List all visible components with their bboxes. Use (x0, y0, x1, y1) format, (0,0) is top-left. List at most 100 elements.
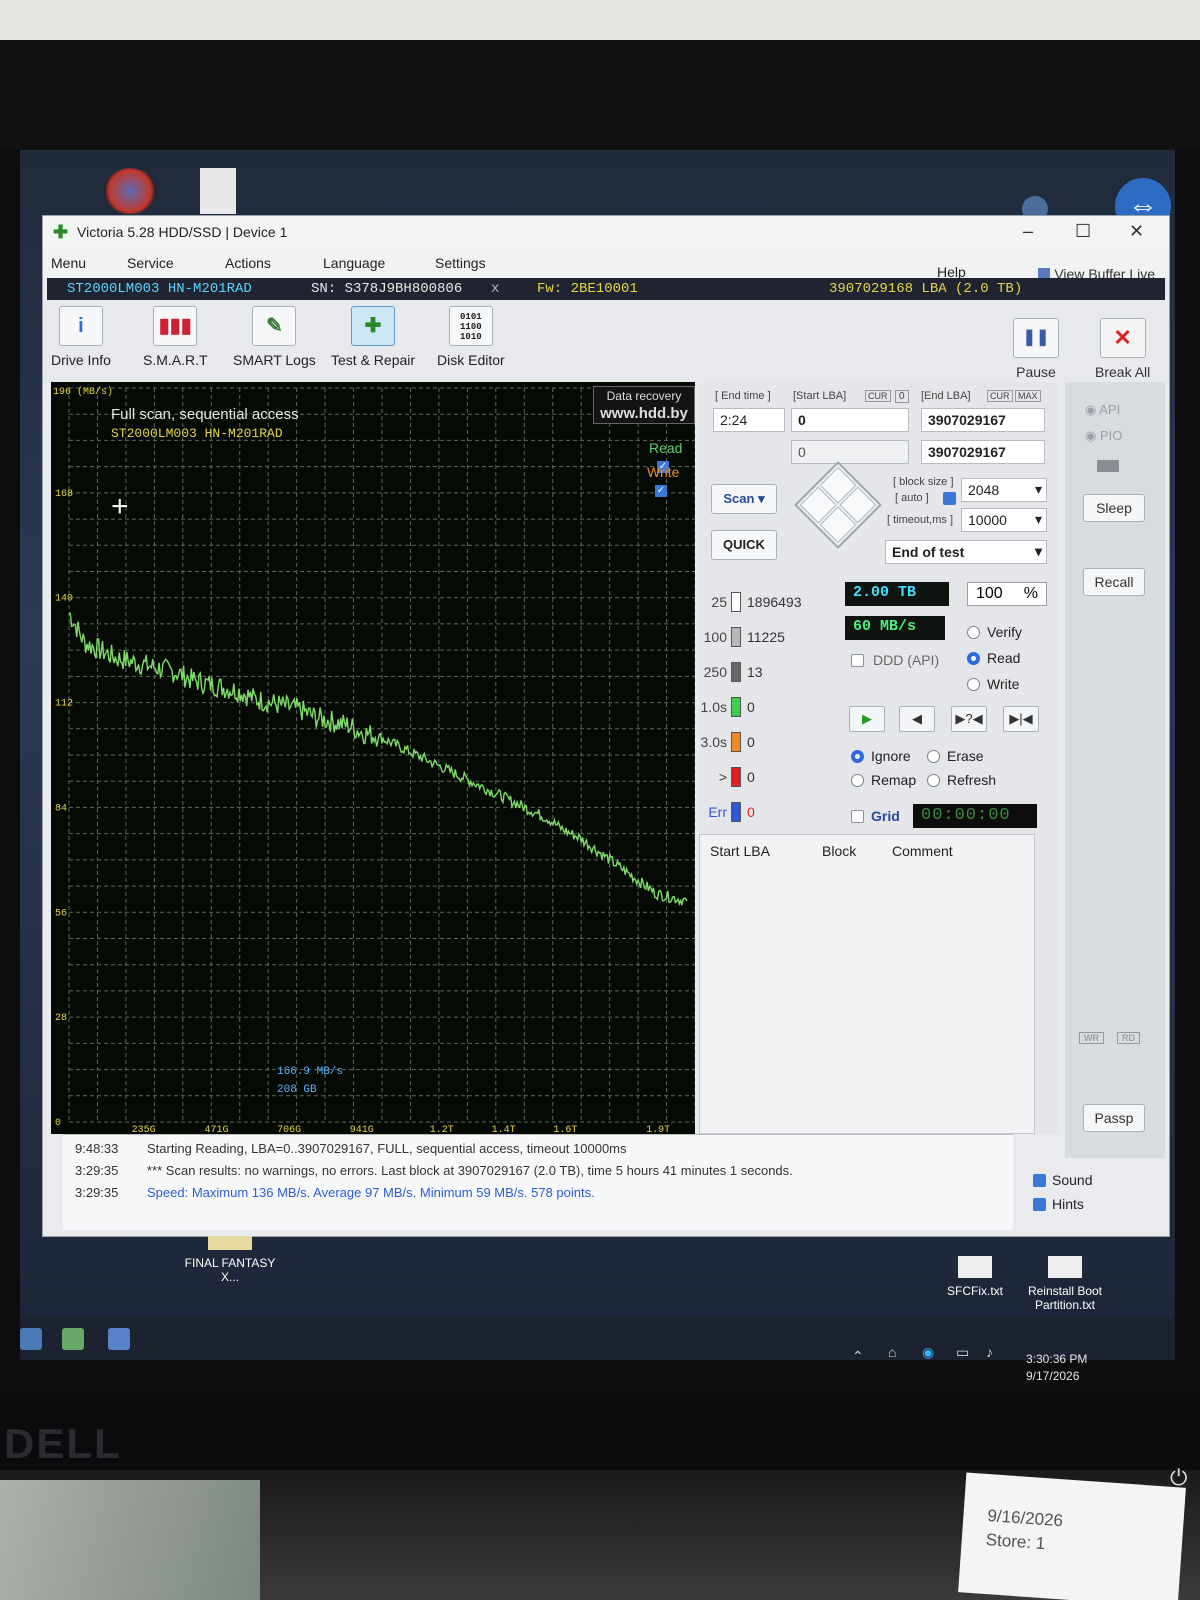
crosshair-cursor-icon: + (111, 490, 129, 523)
passp-button[interactable]: Passp (1083, 1104, 1145, 1132)
timeout-select[interactable]: 10000 ▾ (961, 508, 1047, 532)
pause-button[interactable]: ❚❚ Pause (1013, 318, 1059, 380)
maximize-icon[interactable]: ☐ (1075, 221, 1091, 242)
quick-button[interactable]: QUICK (711, 530, 777, 560)
end-max-tag[interactable]: MAX (1015, 390, 1041, 402)
grid-checkbox[interactable] (851, 810, 864, 823)
end-lba-field-2[interactable]: 3907029167 (921, 440, 1045, 464)
tray-network-icon[interactable]: ▭ (956, 1344, 969, 1361)
sound-option[interactable]: Sound (1033, 1172, 1092, 1188)
block-size-select[interactable]: 2048 ▾ (961, 478, 1047, 502)
x-tick-label: 1.6T (553, 1125, 577, 1134)
desktop-icon-final-fantasy[interactable]: FINAL FANTASY X... (180, 1236, 280, 1284)
table-header-start-lba[interactable]: Start LBA (710, 843, 770, 859)
tray-volume-icon[interactable]: ♪ (986, 1344, 993, 1360)
histogram-color-swatch[interactable] (731, 767, 741, 787)
menu-menu[interactable]: Menu (51, 255, 86, 271)
tray-teamviewer-icon[interactable]: ◉ (922, 1344, 934, 1361)
histogram-color-swatch[interactable] (731, 627, 741, 647)
drive-model[interactable]: ST2000LM003 HN-M201RAD (67, 281, 252, 297)
desktop-icon-reinstall-boot[interactable]: Reinstall Boot Partition.txt (1020, 1256, 1110, 1312)
remap-radio[interactable] (851, 774, 864, 787)
histogram-color-swatch[interactable] (731, 592, 741, 612)
drive-info-bar: ST2000LM003 HN-M201RAD SN: S378J9BH80080… (47, 278, 1165, 300)
auto-checkbox[interactable] (943, 492, 956, 505)
close-icon[interactable]: ✕ (1129, 221, 1144, 242)
step-unknown-button[interactable]: ▶?◀ (951, 706, 987, 732)
disk-editor-button[interactable]: 0101 1100 1010 Disk Editor (437, 306, 505, 368)
menu-service[interactable]: Service (127, 255, 174, 271)
end-button[interactable]: ▶|◀ (1003, 706, 1039, 732)
direction-pad[interactable] (794, 461, 882, 549)
recall-button[interactable]: Recall (1083, 568, 1145, 596)
y-tick-label: 140 (55, 594, 73, 605)
smart-button[interactable]: ▮▮▮ S.M.A.R.T (143, 306, 208, 368)
logs-clipboard-icon: ✎ (252, 306, 297, 346)
sleep-button[interactable]: Sleep (1083, 494, 1145, 522)
timeout-label: [ timeout,ms ] (887, 514, 954, 526)
ddd-checkbox[interactable] (851, 654, 864, 667)
api-radio[interactable]: ◉ API (1085, 402, 1120, 418)
break-all-label: Break All (1095, 364, 1151, 380)
erase-radio[interactable] (927, 750, 940, 763)
log-row: 3:29:35 Speed: Maximum 136 MB/s. Average … (75, 1185, 595, 1200)
desktop-icon-sfcfix[interactable]: SFCFix.txt (940, 1256, 1010, 1298)
drive-info-button[interactable]: i Drive Info (51, 306, 111, 368)
menu-language[interactable]: Language (323, 255, 385, 271)
log-message: Speed: Maximum 136 MB/s. Average 97 MB/s… (147, 1185, 595, 1200)
test-repair-button[interactable]: ✚ Test & Repair (331, 306, 415, 368)
play-button[interactable]: ▶ (849, 706, 885, 732)
histogram-count: 11225 (747, 629, 785, 645)
end-of-test-select[interactable]: End of test ▾ (885, 540, 1047, 564)
histogram-color-swatch[interactable] (731, 732, 741, 752)
auto-label: [ auto ] (895, 492, 929, 504)
taskbar-app-icon[interactable] (20, 1328, 42, 1350)
read-radio[interactable] (967, 652, 980, 665)
write-toggle[interactable]: Write ✓ (647, 464, 695, 497)
taskbar-app-icon[interactable] (108, 1328, 130, 1350)
menu-settings[interactable]: Settings (435, 255, 486, 271)
taskbar-clock-time[interactable]: 3:30:36 PM (1026, 1352, 1087, 1366)
histogram-color-swatch[interactable] (731, 697, 741, 717)
table-header-block[interactable]: Block (822, 843, 856, 859)
data-recovery-badge[interactable]: Data recovery www.hdd.by (593, 386, 695, 424)
verify-radio[interactable] (967, 626, 980, 639)
drive-close-x[interactable]: x (491, 281, 499, 297)
pio-radio[interactable]: ◉ PIO (1085, 428, 1122, 444)
start-lba-field[interactable]: 0 (791, 408, 909, 432)
write-radio[interactable] (967, 678, 980, 691)
event-log[interactable]: 9:48:33 Starting Reading, LBA=0..39070291… (63, 1134, 1013, 1230)
desktop-app-icon[interactable] (104, 168, 156, 214)
menu-actions[interactable]: Actions (225, 255, 271, 271)
smart-logs-label: SMART Logs (233, 352, 316, 368)
back-button[interactable]: ◀ (899, 706, 935, 732)
end-time-field[interactable]: 2:24 (713, 408, 785, 432)
refresh-radio[interactable] (927, 774, 940, 787)
defects-table[interactable]: Start LBA Block Comment (699, 834, 1035, 1134)
start-cur-tag[interactable]: CUR (865, 390, 891, 402)
end-cur-tag[interactable]: CUR (987, 390, 1013, 402)
first-aid-icon: ✚ (351, 306, 396, 346)
taskbar-app-icon[interactable] (62, 1328, 84, 1350)
speed-graph[interactable]: 196 (MB/s) 168 140 112 84 56 28 0 235G 471G 706G 94… (51, 382, 695, 1134)
ignore-radio[interactable] (851, 750, 864, 763)
break-all-button[interactable]: ✕ Break All (1095, 318, 1150, 380)
histogram-label: 25 (711, 594, 727, 610)
histogram-color-swatch[interactable] (731, 802, 741, 822)
x-tick-label: 1.4T (492, 1125, 516, 1134)
table-header-comment[interactable]: Comment (892, 843, 953, 859)
desktop-document-icon[interactable] (200, 168, 236, 214)
tray-chevron-up-icon[interactable]: ⌃ (852, 1348, 864, 1365)
tray-usb-icon[interactable]: ⌂ (888, 1344, 896, 1360)
hints-option[interactable]: Hints (1033, 1196, 1084, 1212)
write-toggle-label: Write (647, 464, 680, 480)
histogram-color-swatch[interactable] (731, 662, 741, 682)
graph-model: ST2000LM003 HN-M201RAD (111, 426, 283, 441)
hints-label: Hints (1052, 1196, 1084, 1212)
minimize-icon[interactable]: – (1023, 221, 1033, 242)
taskbar-clock-date[interactable]: 9/17/2026 (1026, 1369, 1079, 1383)
start-lba-field-2[interactable]: 0 (791, 440, 909, 464)
end-lba-field[interactable]: 3907029167 (921, 408, 1045, 432)
smart-logs-button[interactable]: ✎ SMART Logs (233, 306, 316, 368)
scan-button[interactable]: Scan ▾ (711, 484, 777, 514)
